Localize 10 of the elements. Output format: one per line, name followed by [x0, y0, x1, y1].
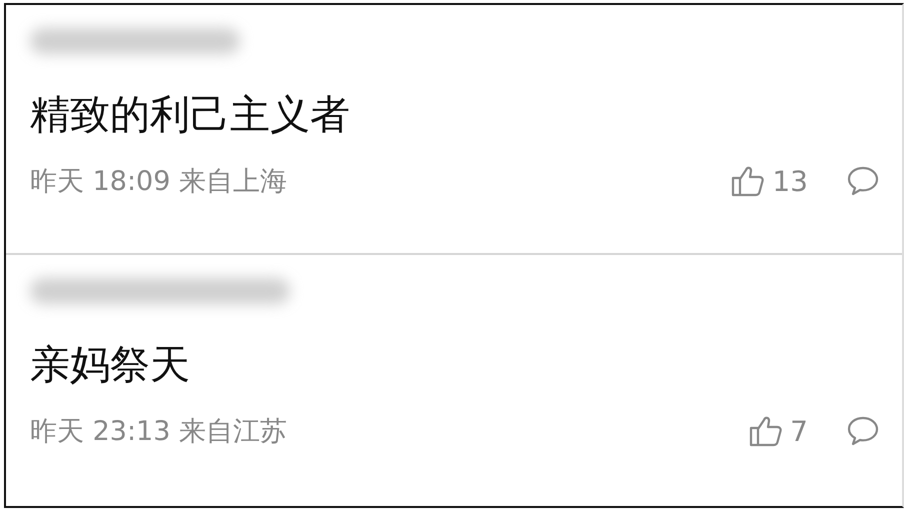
like-count: 7 — [790, 414, 808, 448]
thumbs-up-icon[interactable] — [748, 414, 782, 448]
thumbs-up-icon[interactable] — [730, 164, 764, 198]
comment-icon[interactable] — [846, 165, 880, 197]
comment-meta: 昨天 23:13 来自江苏 — [30, 415, 288, 449]
comment-text: 精致的利己主义者 — [30, 91, 351, 139]
comment-text: 亲妈祭天 — [30, 341, 191, 389]
comment-meta: 昨天 18:09 来自上海 — [30, 165, 288, 199]
comment-icon[interactable] — [846, 415, 880, 447]
like-count: 13 — [772, 164, 808, 198]
